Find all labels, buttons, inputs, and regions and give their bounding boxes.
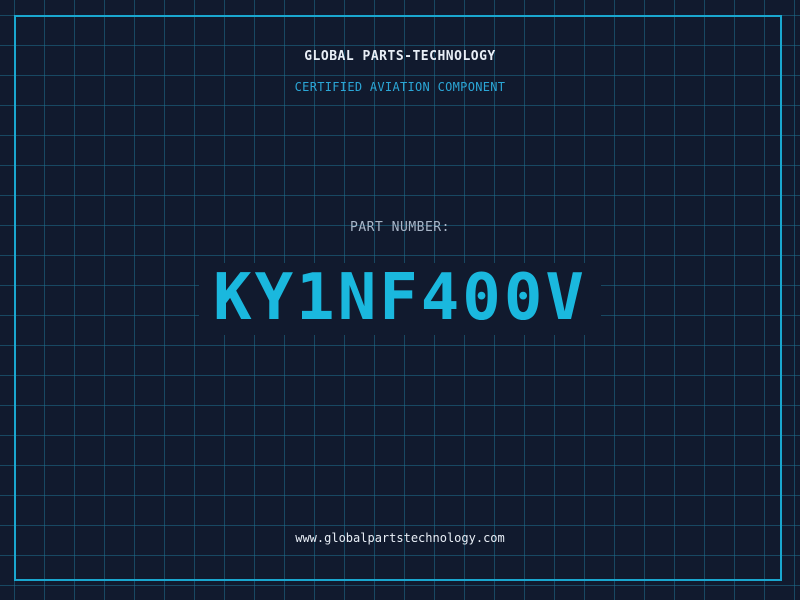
company-tagline: CERTIFIED AVIATION COMPONENT <box>294 80 506 94</box>
part-number-value: KY1NF400V <box>213 261 587 335</box>
company-name: GLOBAL PARTS-TECHNOLOGY <box>304 49 496 64</box>
website-link[interactable]: www.globalpartstechnology.com <box>0 531 800 545</box>
part-number-label: PART NUMBER: <box>350 220 450 235</box>
part-label-card: GLOBAL PARTS-TECHNOLOGY CERTIFIED AVIATI… <box>0 0 800 600</box>
